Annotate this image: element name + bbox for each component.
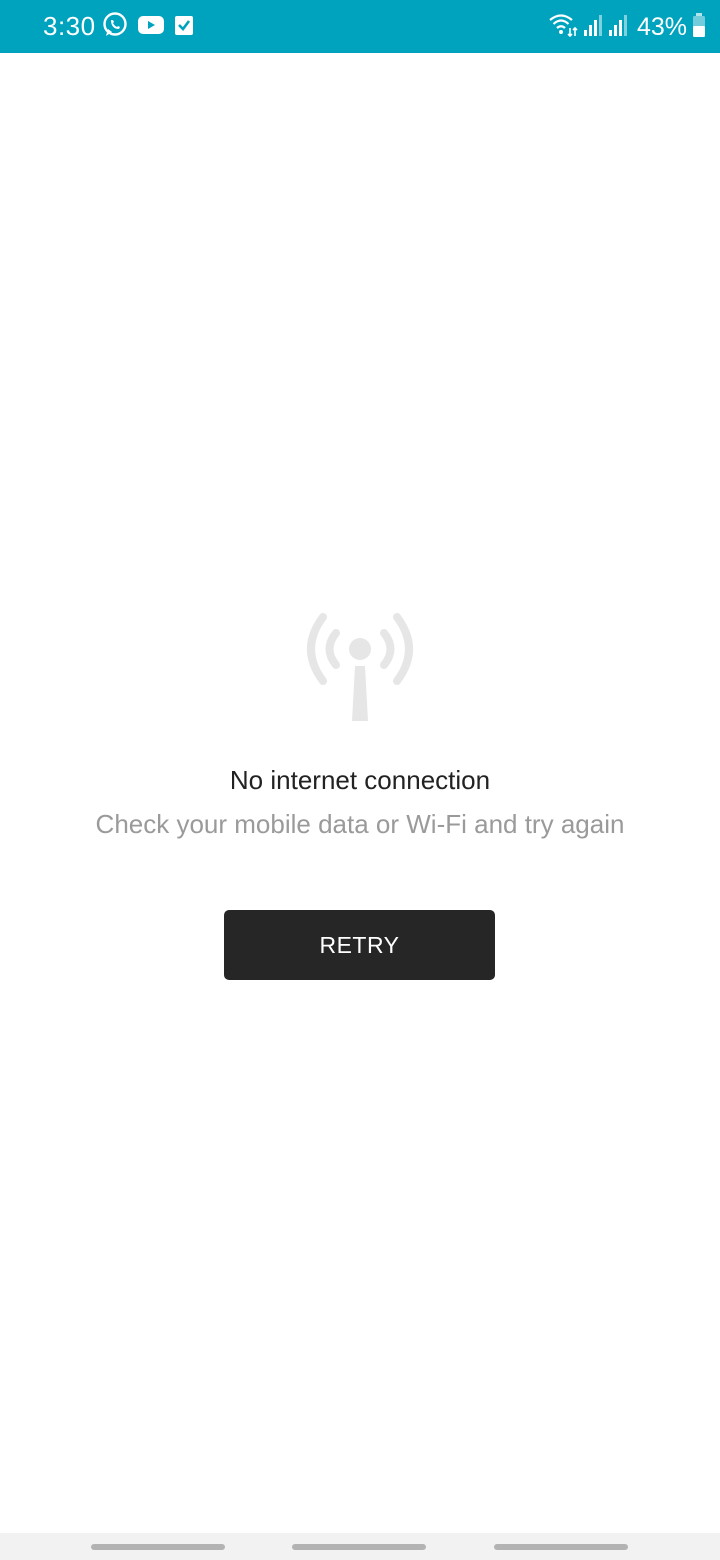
signal-icon bbox=[608, 13, 628, 42]
wifi-data-icon bbox=[548, 12, 578, 43]
home-button[interactable] bbox=[292, 1544, 426, 1550]
battery-percentage: 43% bbox=[636, 13, 687, 41]
signal-icon bbox=[583, 13, 603, 42]
status-time: 3:30 bbox=[43, 11, 96, 41]
system-indicators: 43% bbox=[548, 10, 706, 44]
no-connection-screen: No internet connection Check your mobile… bbox=[0, 53, 720, 1533]
checkbox-icon bbox=[173, 13, 195, 42]
back-button[interactable] bbox=[494, 1544, 628, 1550]
retry-button[interactable]: RETRY bbox=[224, 910, 495, 980]
whatsapp-icon bbox=[101, 11, 129, 44]
error-subtitle: Check your mobile data or Wi-Fi and try … bbox=[95, 809, 625, 839]
status-bar: 3:30 43% bbox=[0, 0, 720, 53]
notification-icons bbox=[101, 11, 195, 44]
recent-apps-button[interactable] bbox=[91, 1544, 225, 1550]
no-signal-antenna-icon bbox=[305, 611, 415, 723]
error-title: No internet connection bbox=[229, 765, 491, 795]
youtube-icon bbox=[137, 14, 165, 41]
battery-icon bbox=[692, 12, 706, 43]
navigation-bar bbox=[0, 1533, 720, 1560]
